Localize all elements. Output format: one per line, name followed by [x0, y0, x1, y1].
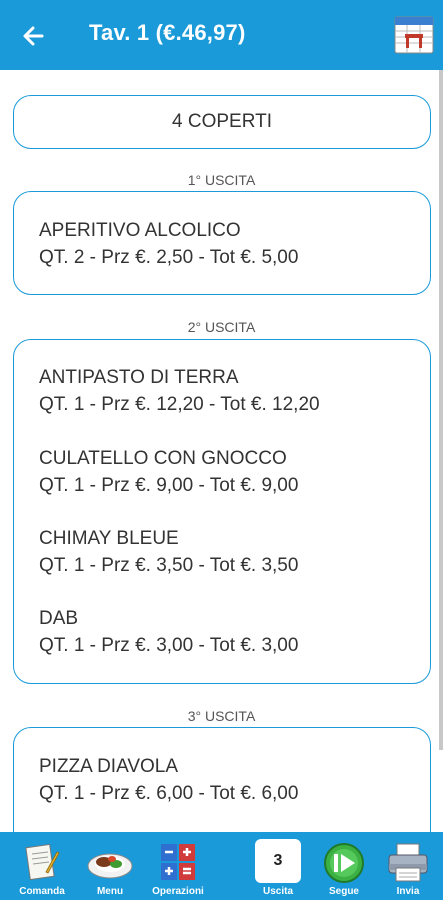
item-detail: QT. 1 - Prz €. 3,50 - Tot €. 3,50 [39, 555, 299, 576]
item-name[interactable]: APERITIVO ALCOLICO [39, 220, 241, 242]
segue-button[interactable]: Segue [314, 832, 374, 900]
back-button[interactable] [16, 18, 52, 54]
bottom-toolbar: Comanda Menu Operazioni 3 Uscita Segue I… [0, 832, 443, 900]
segue-label: Segue [328, 886, 359, 897]
calculator-icon [161, 844, 195, 880]
order-content[interactable]: 4 COPERTI 1° USCITA APERITIVO ALCOLICO Q… [0, 70, 443, 832]
coperti-label: 4 COPERTI [172, 111, 272, 132]
section-label-3: 3° USCITA [187, 708, 256, 724]
uscita-button[interactable]: 3 Uscita [248, 832, 308, 900]
coperti-card[interactable]: 4 COPERTI [13, 95, 431, 149]
operazioni-label: Operazioni [152, 886, 204, 897]
item-name[interactable]: ANTIPASTO DI TERRA [39, 367, 239, 389]
invia-button[interactable]: Invia [378, 832, 438, 900]
item-detail: QT. 1 - Prz €. 3,00 - Tot €. 3,00 [39, 635, 299, 656]
food-plate-icon [87, 853, 133, 879]
item-name[interactable]: CHIMAY BLEUE [39, 528, 179, 550]
item-name[interactable]: CULATELLO CON GNOCCO [39, 448, 287, 470]
arrow-left-icon [23, 26, 44, 46]
page-title: Tav. 1 (€.46,97) [89, 20, 246, 45]
printer-icon [388, 843, 428, 882]
app-bar: Tav. 1 (€.46,97) [0, 0, 443, 70]
section-card-3: PIZZA DIAVOLA QT. 1 - Prz €. 6,00 - Tot … [13, 727, 431, 832]
section-label-2: 2° USCITA [187, 319, 256, 335]
play-next-icon [324, 843, 364, 883]
section-label-1: 1° USCITA [187, 172, 256, 188]
comanda-button[interactable]: Comanda [12, 832, 72, 900]
section-card-2: ANTIPASTO DI TERRA QT. 1 - Prz €. 12,20 … [13, 339, 431, 684]
menu-label: Menu [96, 886, 124, 897]
comanda-label: Comanda [19, 886, 65, 897]
item-detail: QT. 2 - Prz €. 2,50 - Tot €. 5,00 [39, 247, 299, 268]
menu-button[interactable]: Menu [80, 832, 140, 900]
uscita-value: 3 [255, 839, 301, 883]
item-name[interactable]: PIZZA DIAVOLA [39, 756, 178, 778]
scrollbar[interactable] [439, 70, 443, 750]
item-detail: QT. 1 - Prz €. 6,00 - Tot €. 6,00 [39, 783, 299, 804]
invia-label: Invia [396, 886, 420, 897]
section-card-1: APERITIVO ALCOLICO QT. 2 - Prz €. 2,50 -… [13, 191, 431, 295]
item-name[interactable]: DAB [39, 608, 78, 630]
uscita-label: Uscita [262, 886, 293, 897]
table-map-button[interactable] [393, 14, 435, 56]
item-detail: QT. 1 - Prz €. 9,00 - Tot €. 9,00 [39, 475, 299, 496]
operazioni-button[interactable]: Operazioni [148, 832, 208, 900]
table-icon [394, 16, 434, 54]
item-detail: QT. 1 - Prz €. 12,20 - Tot €. 12,20 [39, 394, 320, 415]
notepad-icon [25, 843, 60, 881]
